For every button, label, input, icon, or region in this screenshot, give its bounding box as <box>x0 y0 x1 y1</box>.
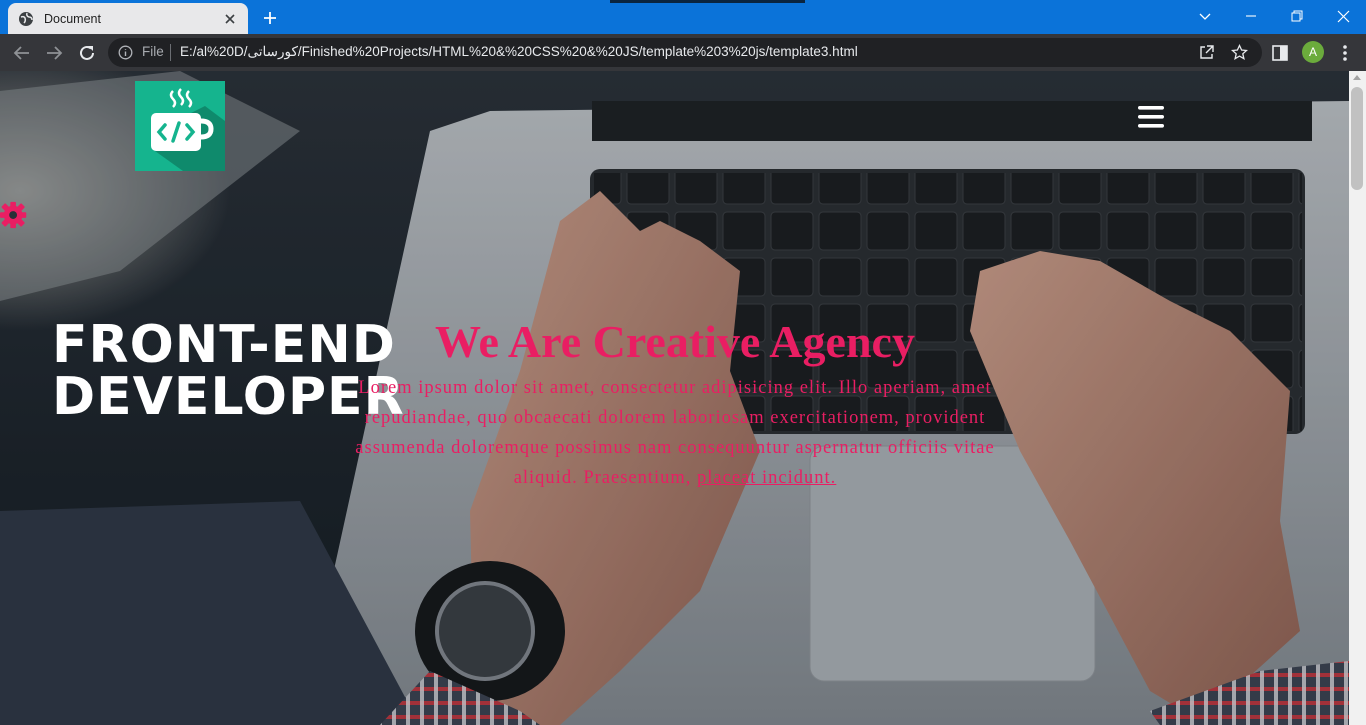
hero-lead-text: Lorem ipsum dolor sit amet, consectetur … <box>355 378 995 488</box>
page-scrollbar[interactable] <box>1349 71 1366 725</box>
info-icon[interactable] <box>118 45 133 60</box>
share-icon[interactable] <box>1198 44 1215 61</box>
brand-line-1: FRONT-END <box>52 315 396 375</box>
site-logo[interactable] <box>135 81 225 171</box>
code-logo-icon <box>151 88 225 171</box>
url-text[interactable]: E:/al%20D/کورساتی/Finished%20Projects/HT… <box>180 44 858 60</box>
chevron-down-icon <box>1199 13 1211 20</box>
minimize-icon <box>1246 15 1256 17</box>
reload-icon[interactable] <box>76 42 98 64</box>
close-window-button[interactable] <box>1320 5 1366 27</box>
hero-section: FRONT-END DEVELOPER We Are Creative Agen… <box>0 71 1349 725</box>
profile-avatar[interactable]: A <box>1302 41 1324 63</box>
restore-icon <box>1291 10 1303 22</box>
tab-title: Document <box>44 11 101 26</box>
address-separator <box>170 44 171 61</box>
titlebar-drag-indicator <box>610 0 805 3</box>
globe-icon <box>19 11 33 26</box>
browser-tab[interactable]: Document <box>8 3 248 34</box>
page-viewport: FRONT-END DEVELOPER We Are Creative Agen… <box>0 71 1366 725</box>
hero-lead-paragraph: Lorem ipsum dolor sit amet, consectetur … <box>330 373 1020 493</box>
back-arrow-icon[interactable] <box>11 42 33 64</box>
tab-search-button[interactable] <box>1182 5 1228 27</box>
close-icon[interactable] <box>222 11 238 27</box>
scroll-thumb[interactable] <box>1351 87 1363 190</box>
gear-icon[interactable] <box>0 199 30 231</box>
address-bar[interactable]: File E:/al%20D/کورساتی/Finished%20Projec… <box>108 38 1262 67</box>
hero-lead-link: placeat incidunt. <box>697 468 837 488</box>
scroll-up-arrow-icon[interactable] <box>1353 75 1361 80</box>
address-prefix: File <box>142 44 164 59</box>
hamburger-menu-icon[interactable] <box>1136 104 1166 130</box>
kebab-menu-icon[interactable] <box>1335 43 1355 63</box>
forward-arrow-icon[interactable] <box>43 42 65 64</box>
close-icon <box>1337 10 1349 22</box>
star-icon[interactable] <box>1231 44 1248 61</box>
minimize-button[interactable] <box>1228 5 1274 27</box>
browser-titlebar: Document <box>0 0 1366 34</box>
sidebar-icon[interactable] <box>1270 43 1290 63</box>
hero-headline: We Are Creative Agency <box>435 316 915 367</box>
browser-toolbar: File E:/al%20D/کورساتی/Finished%20Projec… <box>0 34 1366 71</box>
restore-button[interactable] <box>1274 5 1320 27</box>
plus-icon[interactable] <box>259 7 281 29</box>
